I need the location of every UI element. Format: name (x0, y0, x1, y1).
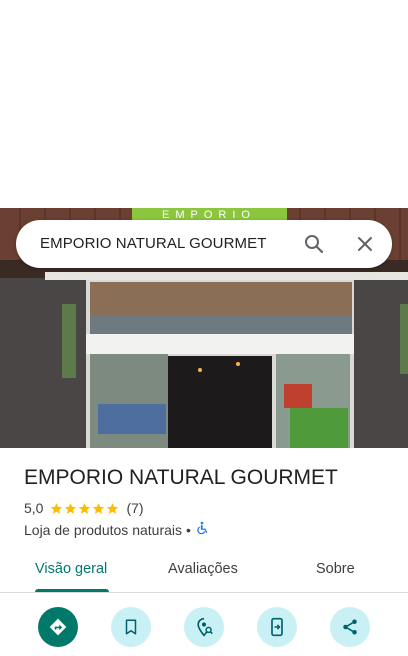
save-button[interactable] (111, 607, 151, 647)
share-button[interactable] (330, 607, 370, 647)
nearby-icon (197, 617, 213, 637)
wheelchair-icon[interactable] (195, 521, 209, 538)
rating-stars (50, 502, 120, 515)
map-area-blank (0, 0, 408, 208)
star-icon (93, 502, 105, 514)
star-icon (65, 502, 77, 514)
directions-icon (49, 618, 67, 636)
tab-bar: Visão geral Avaliações Sobre (0, 556, 408, 593)
directions-button[interactable] (38, 607, 78, 647)
tab-about[interactable]: Sobre (316, 561, 355, 577)
category-row: Loja de produtos naturais • (24, 521, 209, 538)
search-input[interactable]: EMPORIO NATURAL GOURMET (40, 235, 266, 252)
star-icon (51, 502, 63, 514)
search-bar[interactable]: EMPORIO NATURAL GOURMET (16, 220, 392, 268)
review-count[interactable]: (7) (126, 500, 143, 516)
close-icon[interactable] (353, 232, 377, 256)
send-to-phone-button[interactable] (257, 607, 297, 647)
active-tab-indicator (35, 589, 109, 592)
place-title: EMPORIO NATURAL GOURMET (24, 466, 338, 489)
tab-overview[interactable]: Visão geral (35, 561, 107, 577)
separator-dot: • (186, 521, 191, 538)
search-icon[interactable] (302, 232, 326, 256)
star-icon (79, 502, 91, 514)
rating-row[interactable]: 5,0 (7) (24, 500, 144, 516)
place-category: Loja de produtos naturais (24, 521, 182, 538)
nearby-button[interactable] (184, 607, 224, 647)
rating-value: 5,0 (24, 500, 44, 516)
send-to-phone-icon (271, 617, 283, 637)
star-icon (107, 502, 119, 514)
tab-reviews[interactable]: Avaliações (168, 561, 238, 577)
bookmark-icon (125, 619, 137, 635)
share-icon (343, 619, 357, 635)
